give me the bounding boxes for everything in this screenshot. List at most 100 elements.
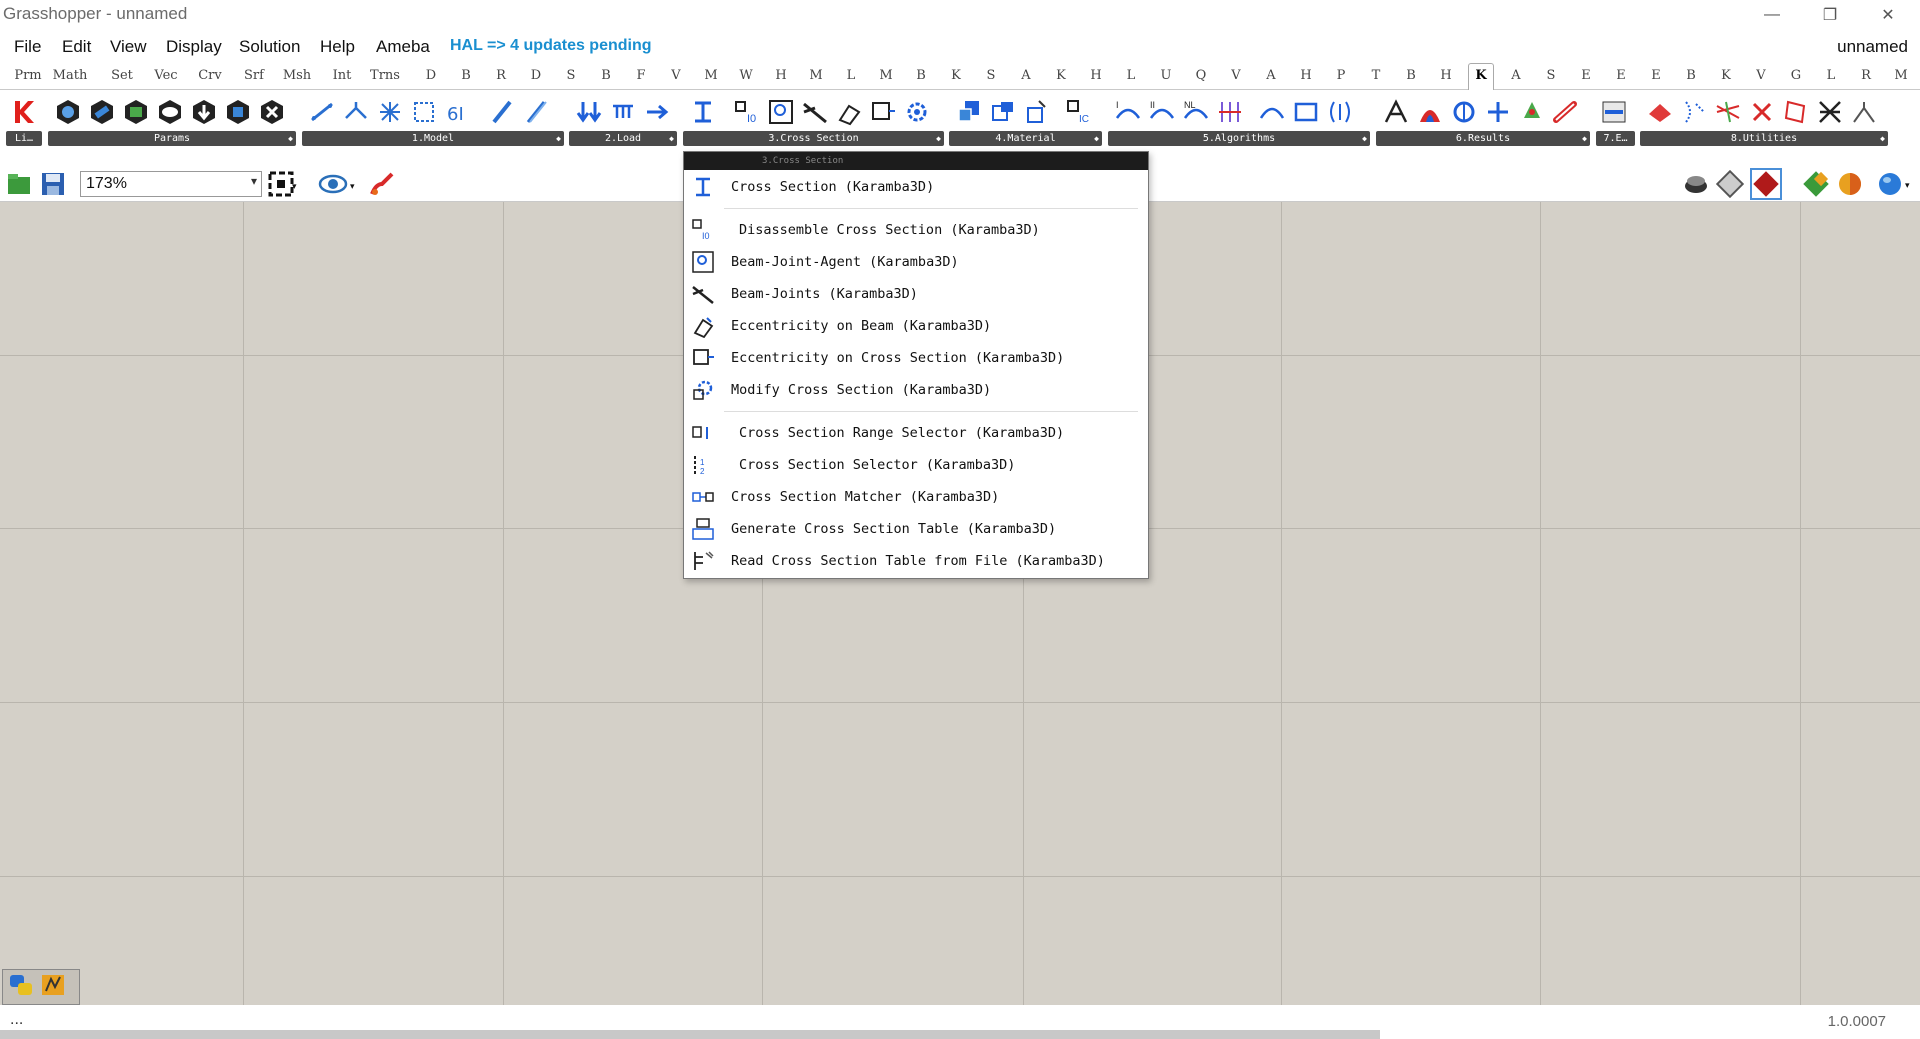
dropdown-item[interactable]: Eccentricity on Beam (Karamba3D): [684, 310, 1148, 342]
tab-int[interactable]: Int: [324, 68, 360, 83]
support-icon[interactable]: 6I: [443, 97, 473, 127]
tab-q[interactable]: Q: [1188, 68, 1214, 83]
material-selection-icon[interactable]: [988, 97, 1018, 127]
save-file-icon[interactable]: [40, 171, 66, 202]
analyze-nonlinear-icon[interactable]: NL: [1181, 97, 1211, 127]
tab-w[interactable]: W: [733, 68, 759, 83]
tab-v[interactable]: V: [663, 68, 689, 83]
arrow-load-icon[interactable]: [642, 97, 672, 127]
tab-g[interactable]: G: [1783, 68, 1809, 83]
tab-trns[interactable]: Trns: [367, 68, 403, 83]
tab-k[interactable]: K: [1713, 68, 1739, 83]
tab-crv[interactable]: Crv: [192, 68, 228, 83]
tab-b[interactable]: B: [1398, 68, 1424, 83]
tab-math[interactable]: Math: [52, 68, 88, 83]
shell-view-icon[interactable]: [1449, 97, 1479, 127]
param-load-icon[interactable]: [189, 97, 219, 127]
tab-b[interactable]: B: [908, 68, 934, 83]
pen-icon[interactable]: [487, 97, 517, 127]
tab-s[interactable]: S: [978, 68, 1004, 83]
tab-h[interactable]: H: [1293, 68, 1319, 83]
horizontal-scrollbar[interactable]: [0, 1030, 1380, 1039]
tab-r[interactable]: R: [488, 68, 514, 83]
pencil-icon[interactable]: [521, 97, 551, 127]
restore-button[interactable]: ❐: [1801, 0, 1859, 29]
minimize-button[interactable]: —: [1743, 0, 1801, 29]
tab-b[interactable]: B: [593, 68, 619, 83]
buckling-icon[interactable]: [1215, 97, 1245, 127]
remove-duplicates-icon[interactable]: [1747, 97, 1777, 127]
eigen-modes-icon[interactable]: [1257, 97, 1287, 127]
tab-d[interactable]: D: [523, 68, 549, 83]
zoom-select[interactable]: 173% ▾: [80, 171, 262, 197]
tab-l[interactable]: L: [1118, 68, 1144, 83]
menu-solution[interactable]: Solution: [239, 37, 300, 57]
dropdown-item[interactable]: 1 2 Cross Section Selector (Karamba3D): [684, 449, 1148, 481]
tab-v[interactable]: V: [1223, 68, 1249, 83]
document-preview-icon[interactable]: [1836, 170, 1864, 203]
nodal-displacements-icon[interactable]: [1517, 97, 1547, 127]
dropdown-item[interactable]: Cross Section (Karamba3D): [684, 171, 1148, 203]
tab-d[interactable]: D: [418, 68, 444, 83]
index-icon[interactable]: [409, 97, 439, 127]
tab-k[interactable]: K: [1468, 63, 1494, 90]
natural-vibrations-icon[interactable]: [1291, 97, 1321, 127]
preview-wire-icon[interactable]: [1682, 170, 1710, 203]
param-beam-icon[interactable]: [87, 97, 117, 127]
tab-e[interactable]: E: [1573, 68, 1599, 83]
modify-section-ribbon-icon[interactable]: [902, 97, 932, 127]
material-properties-icon[interactable]: [954, 97, 984, 127]
dropdown-item[interactable]: Beam-Joints (Karamba3D): [684, 278, 1148, 310]
tab-t[interactable]: T: [1363, 68, 1389, 83]
tab-l[interactable]: L: [1818, 68, 1844, 83]
hal-updates-link[interactable]: HAL => 4 updates pending: [450, 37, 652, 55]
read-material-icon[interactable]: [1022, 97, 1052, 127]
close-button[interactable]: ✕: [1859, 0, 1917, 29]
eccentricity-beam-ribbon-icon[interactable]: [834, 97, 864, 127]
tab-s[interactable]: S: [558, 68, 584, 83]
dropdown-item[interactable]: Beam-Joint-Agent (Karamba3D): [684, 246, 1148, 278]
dropdown-item[interactable]: Cross Section Matcher (Karamba3D): [684, 481, 1148, 513]
tab-a[interactable]: A: [1013, 68, 1039, 83]
dropdown-item[interactable]: Eccentricity on Cross Section (Karamba3D…: [684, 342, 1148, 374]
dropdown-item[interactable]: Generate Cross Section Table (Karamba3D): [684, 513, 1148, 545]
analyze-icon[interactable]: I: [1113, 97, 1143, 127]
param-material-icon[interactable]: [223, 97, 253, 127]
tab-vec[interactable]: Vec: [148, 68, 184, 83]
preview-eye-icon[interactable]: ▾: [318, 171, 360, 202]
eccentricity-section-ribbon-icon[interactable]: [868, 97, 898, 127]
tab-e[interactable]: E: [1608, 68, 1634, 83]
preview-selected-icon[interactable]: [1750, 168, 1782, 200]
get-cross-section-icon[interactable]: [1781, 97, 1811, 127]
tab-p[interactable]: P: [1328, 68, 1354, 83]
preview-mesh-icon[interactable]: [1802, 170, 1830, 203]
optimize-icon[interactable]: [1325, 97, 1355, 127]
menu-edit[interactable]: Edit: [62, 37, 91, 57]
zoom-extents-icon[interactable]: ▾: [268, 171, 298, 202]
tab-e[interactable]: E: [1643, 68, 1669, 83]
tab-s[interactable]: S: [1538, 68, 1564, 83]
sphere-display-icon[interactable]: ▾: [1876, 170, 1916, 203]
menu-display[interactable]: Display: [166, 37, 222, 57]
mesh-to-shell-icon[interactable]: [375, 97, 405, 127]
detailed-view-icon[interactable]: [1815, 97, 1845, 127]
tab-f[interactable]: F: [628, 68, 654, 83]
mesh-breps-icon[interactable]: [1645, 97, 1675, 127]
tab-h[interactable]: H: [768, 68, 794, 83]
line-to-beam-icon[interactable]: [307, 97, 337, 127]
python-icon[interactable]: [7, 971, 35, 1004]
karamba-license-icon[interactable]: [9, 97, 39, 127]
line-line-intersect-icon[interactable]: [1679, 97, 1709, 127]
tab-h[interactable]: H: [1433, 68, 1459, 83]
tab-srf[interactable]: Srf: [236, 68, 272, 83]
tab-v[interactable]: V: [1748, 68, 1774, 83]
tab-l[interactable]: L: [838, 68, 864, 83]
dropdown-item[interactable]: Cross Section Range Selector (Karamba3D): [684, 417, 1148, 449]
param-hex-icon[interactable]: [53, 97, 83, 127]
beam-view-icon[interactable]: [1415, 97, 1445, 127]
menu-file[interactable]: File: [14, 37, 41, 57]
line-load-icon[interactable]: [608, 97, 638, 127]
beam-joints-ribbon-icon[interactable]: [800, 97, 830, 127]
export-icon[interactable]: [1599, 97, 1629, 127]
simplify-model-icon[interactable]: [1849, 97, 1879, 127]
